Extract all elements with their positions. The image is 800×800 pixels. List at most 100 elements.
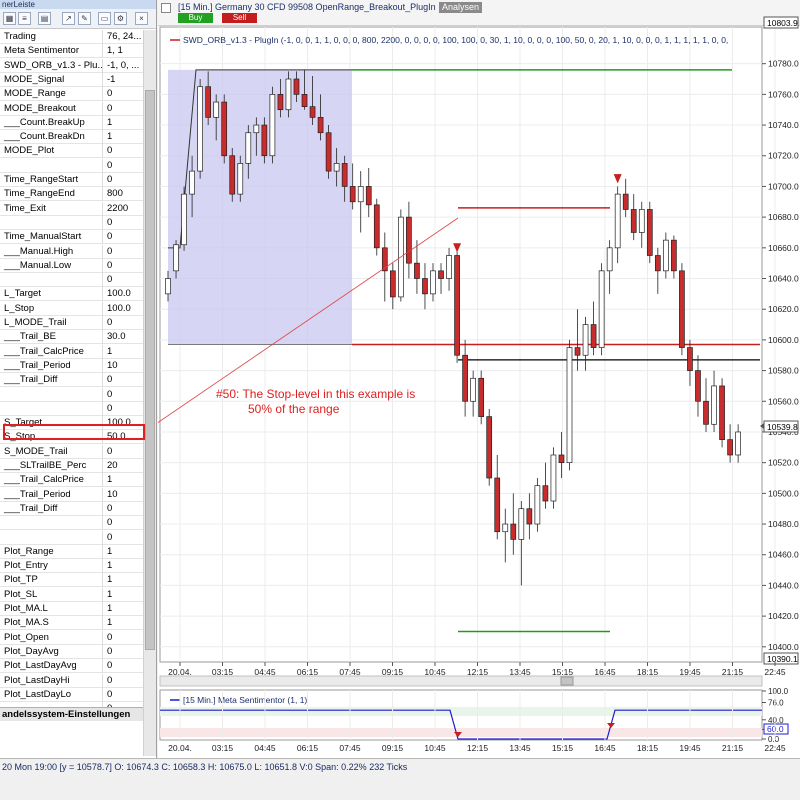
property-row[interactable]: Time_RangeStart 0	[0, 173, 143, 187]
property-row[interactable]: Plot_MA.S 1	[0, 616, 143, 631]
property-row[interactable]: Trading 76, 24...	[0, 30, 143, 44]
property-row[interactable]: ___Trail_CalcPrice 1	[0, 344, 143, 359]
property-row[interactable]: ___Trail_CalcPrice 1	[0, 473, 143, 488]
property-value[interactable]: 0	[104, 245, 143, 259]
property-value[interactable]: 0	[104, 273, 143, 287]
property-value[interactable]: 0	[104, 674, 143, 688]
panel-scrollbar[interactable]	[143, 30, 156, 756]
property-row[interactable]: ___Count.BreakUp 1	[0, 115, 143, 130]
property-row[interactable]: 0	[0, 215, 143, 230]
property-row[interactable]: MODE_Signal -1	[0, 72, 143, 87]
property-value[interactable]: 0	[104, 173, 143, 187]
property-row[interactable]: ___Trail_Period 10	[0, 487, 143, 502]
property-value[interactable]: 1	[104, 545, 143, 559]
property-value[interactable]: 1, 1	[104, 44, 143, 58]
property-value[interactable]: 0	[104, 259, 143, 273]
property-row[interactable]: 0	[0, 158, 143, 173]
property-value[interactable]: 1	[104, 116, 143, 130]
property-row[interactable]: Plot_LastDayHi 0	[0, 673, 143, 688]
property-value[interactable]: 1	[104, 573, 143, 587]
property-row[interactable]: Time_RangeEnd 800	[0, 187, 143, 202]
property-value[interactable]: 0	[104, 316, 143, 330]
property-value[interactable]: 1	[104, 588, 143, 602]
property-value[interactable]: 800	[104, 187, 143, 201]
property-row[interactable]: 0	[0, 516, 143, 531]
property-value[interactable]: 0	[104, 87, 143, 101]
property-value[interactable]: 0	[104, 445, 143, 459]
print-icon[interactable]: ▭	[98, 12, 111, 25]
pin-icon[interactable]: ✎	[78, 12, 91, 25]
property-value[interactable]: 1	[104, 130, 143, 144]
property-row[interactable]: 0	[0, 530, 143, 545]
property-row[interactable]: ___Manual.Low 0	[0, 258, 143, 273]
property-row[interactable]: Plot_DayAvg 0	[0, 644, 143, 659]
property-row[interactable]: ___Trail_Diff 0	[0, 501, 143, 516]
property-value[interactable]: 0	[104, 159, 143, 173]
property-value[interactable]: 1	[104, 473, 143, 487]
property-row[interactable]: ___Manual.High 0	[0, 244, 143, 259]
property-value[interactable]: 0	[104, 144, 143, 158]
property-value[interactable]: -1, 0, ...	[104, 59, 143, 73]
property-value[interactable]: 0	[104, 388, 143, 402]
property-row[interactable]: ___Trail_Period 10	[0, 358, 143, 373]
property-value[interactable]: 76, 24...	[104, 30, 143, 44]
property-value[interactable]: 100.0	[104, 302, 143, 316]
property-value[interactable]: 20	[104, 459, 143, 473]
property-value[interactable]: 0	[104, 373, 143, 387]
property-row[interactable]: S_MODE_Trail 0	[0, 444, 143, 459]
property-value[interactable]: 0	[104, 102, 143, 116]
property-row[interactable]: MODE_Range 0	[0, 87, 143, 102]
property-value[interactable]: 0	[104, 659, 143, 673]
chart-icon[interactable]: ↗	[62, 12, 75, 25]
property-value[interactable]: 0	[104, 631, 143, 645]
property-value[interactable]: 0	[104, 502, 143, 516]
property-row[interactable]: ___Count.BreakDn 1	[0, 130, 143, 145]
property-row[interactable]: Meta Sentimentor 1, 1	[0, 44, 143, 59]
sort-icon[interactable]: ≡	[18, 12, 31, 25]
property-value[interactable]: 0	[104, 216, 143, 230]
property-value[interactable]: 1	[104, 616, 143, 630]
property-row[interactable]: Plot_LastDayAvg 0	[0, 659, 143, 674]
property-row[interactable]: MODE_Plot 0	[0, 144, 143, 159]
property-row[interactable]: Plot_Open 0	[0, 630, 143, 645]
property-value[interactable]: 10	[104, 359, 143, 373]
property-value[interactable]: 2200	[104, 202, 143, 216]
table-icon[interactable]: ▤	[38, 12, 51, 25]
property-row[interactable]: 0	[0, 273, 143, 288]
price-chart[interactable]: SWD_ORB_v1.3 - PlugIn (-1, 0, 0, 1, 1, 0…	[158, 0, 800, 758]
property-row[interactable]: MODE_Breakout 0	[0, 101, 143, 116]
property-row[interactable]: Plot_TP 1	[0, 573, 143, 588]
property-value[interactable]: -1	[104, 73, 143, 87]
property-row[interactable]: ___Trail_BE 30.0	[0, 330, 143, 345]
property-value[interactable]: 1	[104, 602, 143, 616]
property-row[interactable]: 0	[0, 401, 143, 416]
property-value[interactable]: 0	[104, 688, 143, 702]
property-row[interactable]: L_Stop 100.0	[0, 301, 143, 316]
property-row[interactable]: Plot_MA.L 1	[0, 602, 143, 616]
property-row[interactable]: L_MODE_Trail 0	[0, 316, 143, 330]
close-icon[interactable]: ×	[135, 12, 148, 25]
property-row[interactable]: Time_Exit 2200	[0, 201, 143, 216]
grid-icon[interactable]: ▦	[3, 12, 16, 25]
property-row[interactable]: ___Trail_Diff 0	[0, 373, 143, 388]
property-value[interactable]: 0	[104, 645, 143, 659]
property-row[interactable]: Time_ManualStart 0	[0, 230, 143, 245]
property-value[interactable]: 0	[104, 531, 143, 545]
property-value[interactable]: 10	[104, 488, 143, 502]
property-value[interactable]: 100.0	[104, 287, 143, 301]
property-value[interactable]: 1	[104, 559, 143, 573]
property-row[interactable]: L_Target 100.0	[0, 287, 143, 302]
property-value[interactable]: 0	[104, 230, 143, 244]
chart-scrollbar[interactable]	[159, 675, 763, 687]
property-row[interactable]: 0	[0, 387, 143, 402]
property-value[interactable]: 1	[104, 345, 143, 359]
property-row[interactable]: Plot_LastDayLo 0	[0, 687, 143, 702]
property-row[interactable]: Plot_SL 1	[0, 587, 143, 602]
property-row[interactable]: SWD_ORB_v1.3 - Plu... -1, 0, ...	[0, 58, 143, 73]
property-row[interactable]: ___SLTrailBE_Perc 20	[0, 459, 143, 473]
property-value[interactable]: 0	[104, 516, 143, 530]
property-value[interactable]: 30.0	[104, 330, 143, 344]
property-value[interactable]: 0	[104, 402, 143, 416]
scroll-thumb[interactable]	[145, 90, 155, 650]
property-row[interactable]: Plot_Range 1	[0, 544, 143, 559]
